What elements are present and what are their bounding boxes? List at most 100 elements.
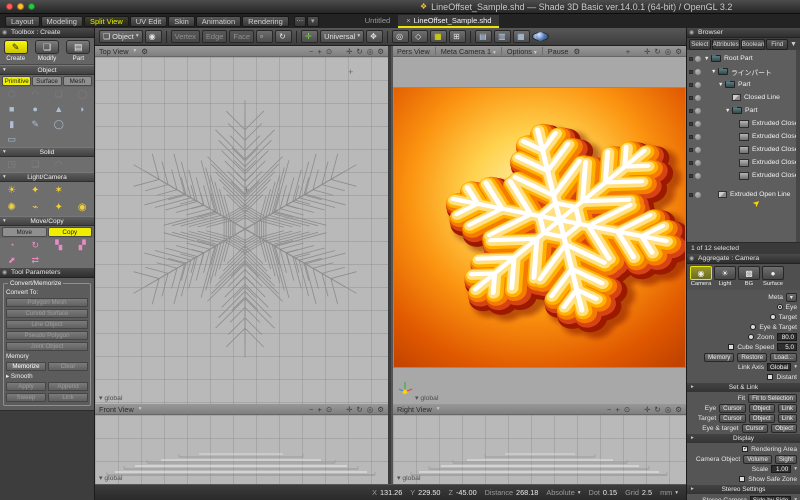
render-flag-icon[interactable] (689, 96, 693, 100)
visibility-toggle-icon[interactable] (695, 121, 701, 127)
primitive-disabled-icon[interactable]: ⬡ (0, 87, 24, 102)
primitive-solid-icon[interactable]: ■ (0, 102, 24, 117)
wire-grid-button[interactable]: ⊞ (449, 30, 466, 43)
shaded-display-button[interactable]: ▥ (494, 30, 511, 43)
visibility-toggle-icon[interactable] (695, 173, 701, 179)
rotate-tool-button[interactable]: ↻ (275, 30, 292, 43)
expander-icon[interactable]: ▼ (711, 69, 718, 75)
lens-icon[interactable]: ⊙ (624, 405, 630, 414)
workspace-tab-split-view[interactable]: Split View (84, 16, 129, 27)
visibility-toggle-icon[interactable] (695, 56, 701, 62)
aggregate-tab-light[interactable]: ☀Light (714, 266, 736, 290)
light-tools-2-icon[interactable]: ✺ (0, 199, 24, 216)
magnify-icon[interactable]: ◎ (665, 47, 672, 56)
axis-mode-tag[interactable]: ▾ global (99, 474, 122, 482)
primitive-disabled-icon[interactable]: ❏ (47, 87, 71, 102)
tree-row[interactable]: ▼ラインパート (687, 65, 800, 78)
object-button[interactable]: Object (771, 424, 797, 433)
render-preview-button[interactable] (532, 32, 549, 41)
view-dropdown-icon[interactable]: ▾ (139, 406, 142, 412)
dropdown-icon[interactable]: ▾ (794, 466, 797, 472)
gear-icon[interactable]: ⚙ (377, 47, 384, 56)
convert-polygon-mesh-button[interactable]: Polygon Mesh (6, 298, 88, 307)
tree-row[interactable]: Extruded Closed (687, 117, 800, 130)
clear-button[interactable]: Clear (48, 362, 88, 371)
magnify-icon[interactable]: ◎ (367, 405, 374, 414)
workspace-tab-uv-edit[interactable]: UV Edit (130, 16, 167, 27)
document-tab-lineoffset-sample-shd[interactable]: ×LineOffset_Sample.shd (398, 15, 499, 28)
link-button[interactable]: Link (778, 414, 797, 423)
expander-icon[interactable]: ▼ (718, 82, 725, 88)
pan-icon[interactable]: ✛ (644, 405, 650, 414)
toolbox-mode-part[interactable]: ▤Part (63, 38, 94, 64)
zoom-out-icon[interactable]: − (309, 47, 313, 56)
primitive-disabled-icon[interactable]: ◯ (71, 87, 95, 102)
move-copy-tools-2-icon[interactable]: ⇄ (24, 253, 48, 268)
pan-icon[interactable]: ✛ (644, 47, 650, 56)
solid-tools-icon[interactable]: ◠ (47, 157, 71, 172)
proxy-button[interactable]: ◇ (411, 30, 428, 43)
pose-tool-button[interactable]: ✥ (366, 30, 383, 43)
radio-button[interactable] (770, 314, 776, 320)
solid-tools-icon[interactable]: ❏ (24, 157, 48, 172)
convert-pseudo-polygon-button[interactable]: Pseudo Polygon (6, 331, 88, 340)
light-tools-1-icon[interactable]: ✦ (24, 182, 48, 199)
aggregate-tab-bg[interactable]: ▩BG (738, 266, 760, 290)
memorize-button[interactable]: Memorize (6, 362, 46, 371)
close-tab-icon[interactable]: × (406, 16, 410, 25)
zoom-in-icon[interactable]: + (626, 47, 630, 56)
view-dropdown-icon[interactable]: ▾ (133, 48, 136, 54)
orbit-icon[interactable]: ↻ (356, 405, 362, 414)
globe-button[interactable]: ◎ (392, 30, 409, 43)
pers-view-canvas[interactable]: ▾ global (393, 57, 686, 404)
fit-to-selection-button[interactable]: Fit to Selection (748, 394, 797, 403)
convert-joint-object-button[interactable]: Joint Object (6, 342, 88, 351)
section-light-camera[interactable]: Light/Camera (0, 172, 94, 182)
magnify-icon[interactable]: ◎ (665, 405, 672, 414)
right-view-canvas[interactable]: ▾ global (393, 415, 686, 484)
move-button[interactable]: Move (2, 227, 47, 237)
minimize-window-icon[interactable] (17, 3, 24, 10)
move-copy-tools-1-icon[interactable]: ↻ (24, 238, 48, 253)
orbit-icon[interactable]: ↻ (356, 47, 362, 56)
close-window-icon[interactable] (6, 3, 13, 10)
orbit-icon[interactable]: ↻ (654, 405, 660, 414)
gear-icon[interactable]: ⚙ (573, 47, 580, 56)
pan-icon[interactable]: ✛ (346, 47, 352, 56)
visibility-toggle-icon[interactable] (695, 82, 701, 88)
axis-manipulator-button[interactable]: ✛ (301, 30, 318, 43)
render-flag-icon[interactable] (689, 174, 693, 178)
expander-icon[interactable]: ▼ (725, 108, 732, 114)
primitive-solid-icon[interactable]: ◗ (71, 102, 95, 117)
solid-tools-icon[interactable]: ◳ (0, 157, 24, 172)
primitive-disabled-icon[interactable]: ◠ (24, 87, 48, 102)
move-copy-tools-1-icon[interactable]: ◔ (0, 238, 24, 253)
front-view-title[interactable]: Front View (99, 405, 134, 414)
zoom-in-icon[interactable]: + (317, 405, 321, 414)
sight-button[interactable]: Sight (775, 455, 797, 464)
tree-row[interactable]: Extruded Open Line (687, 188, 800, 201)
object-mode-button[interactable]: ❏Object▾ (99, 30, 143, 43)
orbit-icon[interactable]: ↻ (654, 47, 660, 56)
status-mm[interactable]: mm▾ (660, 488, 678, 497)
value-field[interactable]: Side by Side (750, 496, 791, 500)
tool-parameters-header[interactable]: Tool Parameters (0, 268, 94, 278)
visibility-toggle-icon[interactable] (695, 95, 701, 101)
render-flag-icon[interactable] (689, 148, 693, 152)
render-flag-icon[interactable] (689, 161, 693, 165)
checkbox[interactable] (767, 374, 773, 380)
axis-mode-tag[interactable]: ▾ global (415, 394, 438, 402)
render-flag-icon[interactable] (689, 83, 693, 87)
tree-row[interactable]: Extruded Closed (687, 169, 800, 182)
load-button[interactable]: Load... (770, 353, 797, 362)
pan-icon[interactable]: ✛ (346, 405, 352, 414)
radio-button[interactable] (748, 334, 754, 340)
aggregate-tab-surface[interactable]: ●Surface (762, 266, 784, 290)
render-flag-icon[interactable] (689, 193, 693, 197)
toolbox-mode-modify[interactable]: ❏Modify (31, 38, 62, 64)
sweep-button[interactable]: Sweep (6, 393, 46, 402)
lens-icon[interactable]: ⊙ (326, 405, 332, 414)
browser-header[interactable]: Browser (687, 28, 800, 38)
light-tools-2-icon[interactable]: ⌁ (24, 199, 48, 216)
zoom-in-icon[interactable]: + (615, 405, 619, 414)
